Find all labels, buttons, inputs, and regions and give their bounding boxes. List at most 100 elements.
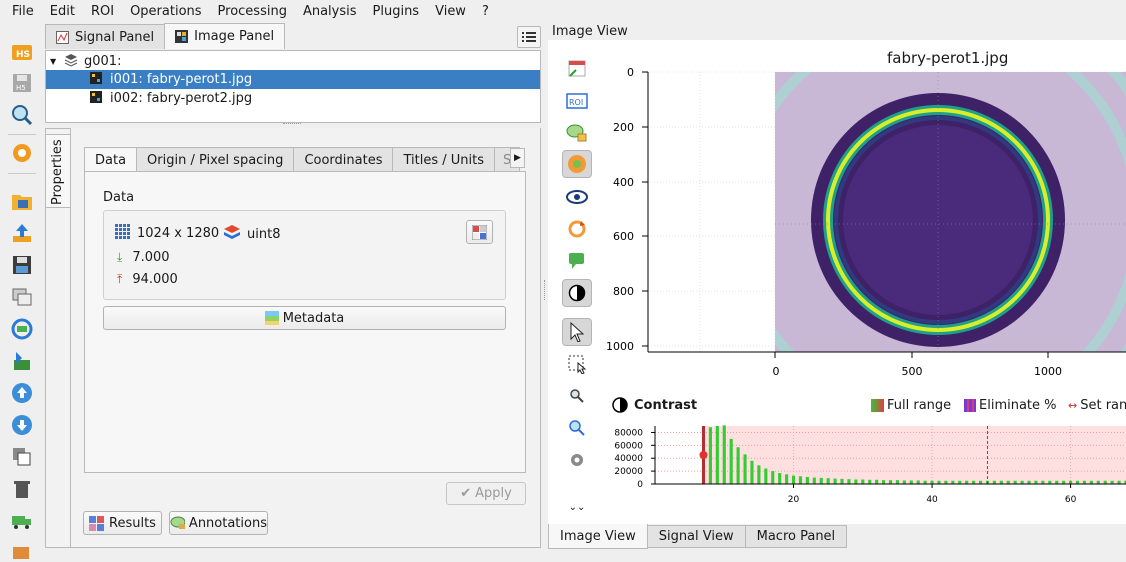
eye-icon[interactable] <box>562 183 592 211</box>
tree-group-row[interactable]: ▼ g001: <box>50 52 540 71</box>
menu-help[interactable]: ? <box>474 4 497 19</box>
add-plugin-icon[interactable] <box>9 348 35 374</box>
splitter-handle[interactable] <box>283 123 301 126</box>
histogram-bar <box>854 479 858 484</box>
annotation-tool-icon[interactable] <box>562 119 592 147</box>
stack-icon <box>224 224 241 244</box>
truck-icon[interactable] <box>9 508 35 534</box>
show-array-button[interactable] <box>466 220 493 244</box>
gear-icon[interactable] <box>562 446 592 474</box>
select-area-icon[interactable] <box>562 350 592 378</box>
y-tick-label: 800 <box>613 285 634 298</box>
list-menu-button[interactable] <box>517 26 541 48</box>
contrast-header: Contrast <box>612 397 697 413</box>
tab-signal-panel[interactable]: Signal Panel <box>45 24 166 49</box>
move-down-icon[interactable] <box>9 412 35 438</box>
calendar-icon[interactable] <box>562 54 592 82</box>
apply-button[interactable]: ✔ Apply <box>446 482 526 505</box>
apply-label: Apply <box>475 486 512 501</box>
menu-operations[interactable]: Operations <box>122 4 209 19</box>
save-h5-icon[interactable]: H5 <box>9 70 35 96</box>
menu-analysis[interactable]: Analysis <box>295 4 365 19</box>
extra-icon[interactable] <box>9 536 35 562</box>
histogram-bar <box>819 477 823 484</box>
open-file-icon[interactable] <box>9 188 35 214</box>
tab-macro-panel[interactable]: Macro Panel <box>744 525 848 548</box>
results-button[interactable]: Results <box>83 511 162 535</box>
rotate-icon[interactable] <box>562 215 592 243</box>
histogram-chart[interactable]: 0 20000 40000 60000 80000 20 40 60 <box>600 418 1126 514</box>
histogram-bar <box>798 476 803 484</box>
subtab-origin[interactable]: Origin / Pixel spacing <box>136 147 295 172</box>
subtab-data[interactable]: Data <box>84 147 138 172</box>
menu-processing[interactable]: Processing <box>210 4 295 19</box>
metadata-button[interactable]: Metadata <box>103 306 506 330</box>
set-range-button[interactable]: ↔ Set ran <box>1068 398 1126 413</box>
save-file-icon[interactable] <box>9 252 35 278</box>
image-plot[interactable]: 0 200 400 600 800 1000 0 500 1000 <box>600 66 1126 396</box>
menu-view[interactable]: View <box>427 4 474 19</box>
vertical-splitter[interactable] <box>544 280 547 300</box>
refresh-icon[interactable] <box>9 316 35 342</box>
open-h5-icon[interactable]: HS <box>9 38 35 64</box>
menu-plugins[interactable]: Plugins <box>365 4 428 19</box>
histogram-bar <box>715 426 719 484</box>
contrast-title: Contrast <box>634 397 698 413</box>
copy-icon[interactable] <box>9 444 35 470</box>
subtab-titles-units[interactable]: Titles / Units <box>392 147 495 172</box>
full-range-button[interactable]: Full range <box>871 398 951 413</box>
grid-icon <box>115 224 130 243</box>
histogram-bar <box>743 454 747 484</box>
metadata-icon <box>264 311 279 325</box>
array-icon <box>472 224 487 240</box>
data-group-title: Data <box>103 190 135 205</box>
menu-roi[interactable]: ROI <box>83 4 122 19</box>
histogram-bar <box>888 480 893 484</box>
colormap-icon[interactable] <box>562 150 592 178</box>
contrast-icon[interactable] <box>562 279 592 307</box>
metadata-label: Metadata <box>282 310 345 326</box>
tree-item-i001[interactable]: i001: fabry-perot1.jpg <box>46 70 540 89</box>
menu-file[interactable]: File <box>4 4 42 19</box>
tab-image-panel[interactable]: Image Panel <box>164 23 286 49</box>
histogram-bar <box>757 465 761 484</box>
duplicate-icon[interactable] <box>9 284 35 310</box>
scroll-tabs-right-button[interactable]: ▶ <box>510 148 525 168</box>
full-range-icon <box>871 399 884 412</box>
eliminate-percent-button[interactable]: Eliminate % <box>964 398 1057 413</box>
histogram-bar <box>916 480 920 484</box>
comment-icon[interactable] <box>562 247 592 275</box>
list-icon <box>522 32 536 42</box>
browse-h5-icon[interactable] <box>9 102 35 128</box>
min-arrow-icon: ⤓ <box>117 250 123 264</box>
histogram-bar <box>847 479 851 484</box>
tab-properties[interactable]: Properties <box>45 134 70 208</box>
y-tick-label: 60000 <box>614 441 643 451</box>
annotations-button[interactable]: Annotations <box>169 511 268 535</box>
histogram-bar <box>840 478 844 484</box>
settings-icon[interactable] <box>9 140 35 166</box>
menu-edit[interactable]: Edit <box>42 4 83 19</box>
check-icon: ✔ <box>460 486 472 501</box>
tree-item-i002[interactable]: i002: fabry-perot2.jpg <box>46 89 540 108</box>
tab-image-view[interactable]: Image View <box>548 524 648 549</box>
zoom-icon[interactable] <box>562 382 592 410</box>
min-info: ⤓ 7.000 <box>117 250 170 265</box>
move-up-icon[interactable] <box>9 380 35 406</box>
histogram-bar <box>708 427 712 484</box>
max-value: 94.000 <box>132 272 178 287</box>
delete-icon[interactable] <box>9 476 35 502</box>
size-value: 1024 x 1280 <box>137 226 220 241</box>
collapse-arrow-icon[interactable]: ▼ <box>50 57 64 66</box>
group-label: g001: <box>84 54 122 69</box>
zoom-in-icon[interactable] <box>562 414 592 442</box>
roi-icon[interactable]: ROI <box>562 87 592 115</box>
properties-subtabs: Data Origin / Pixel spacing Coordinates … <box>84 147 520 172</box>
histogram-bar <box>861 479 865 484</box>
tab-signal-view[interactable]: Signal View <box>646 525 746 548</box>
full-range-label: Full range <box>887 398 952 413</box>
subtab-coordinates[interactable]: Coordinates <box>293 147 394 172</box>
import-icon[interactable] <box>9 220 35 246</box>
chevron-down-icon[interactable]: ⌄⌄ <box>562 493 592 521</box>
pointer-icon[interactable] <box>562 318 592 346</box>
